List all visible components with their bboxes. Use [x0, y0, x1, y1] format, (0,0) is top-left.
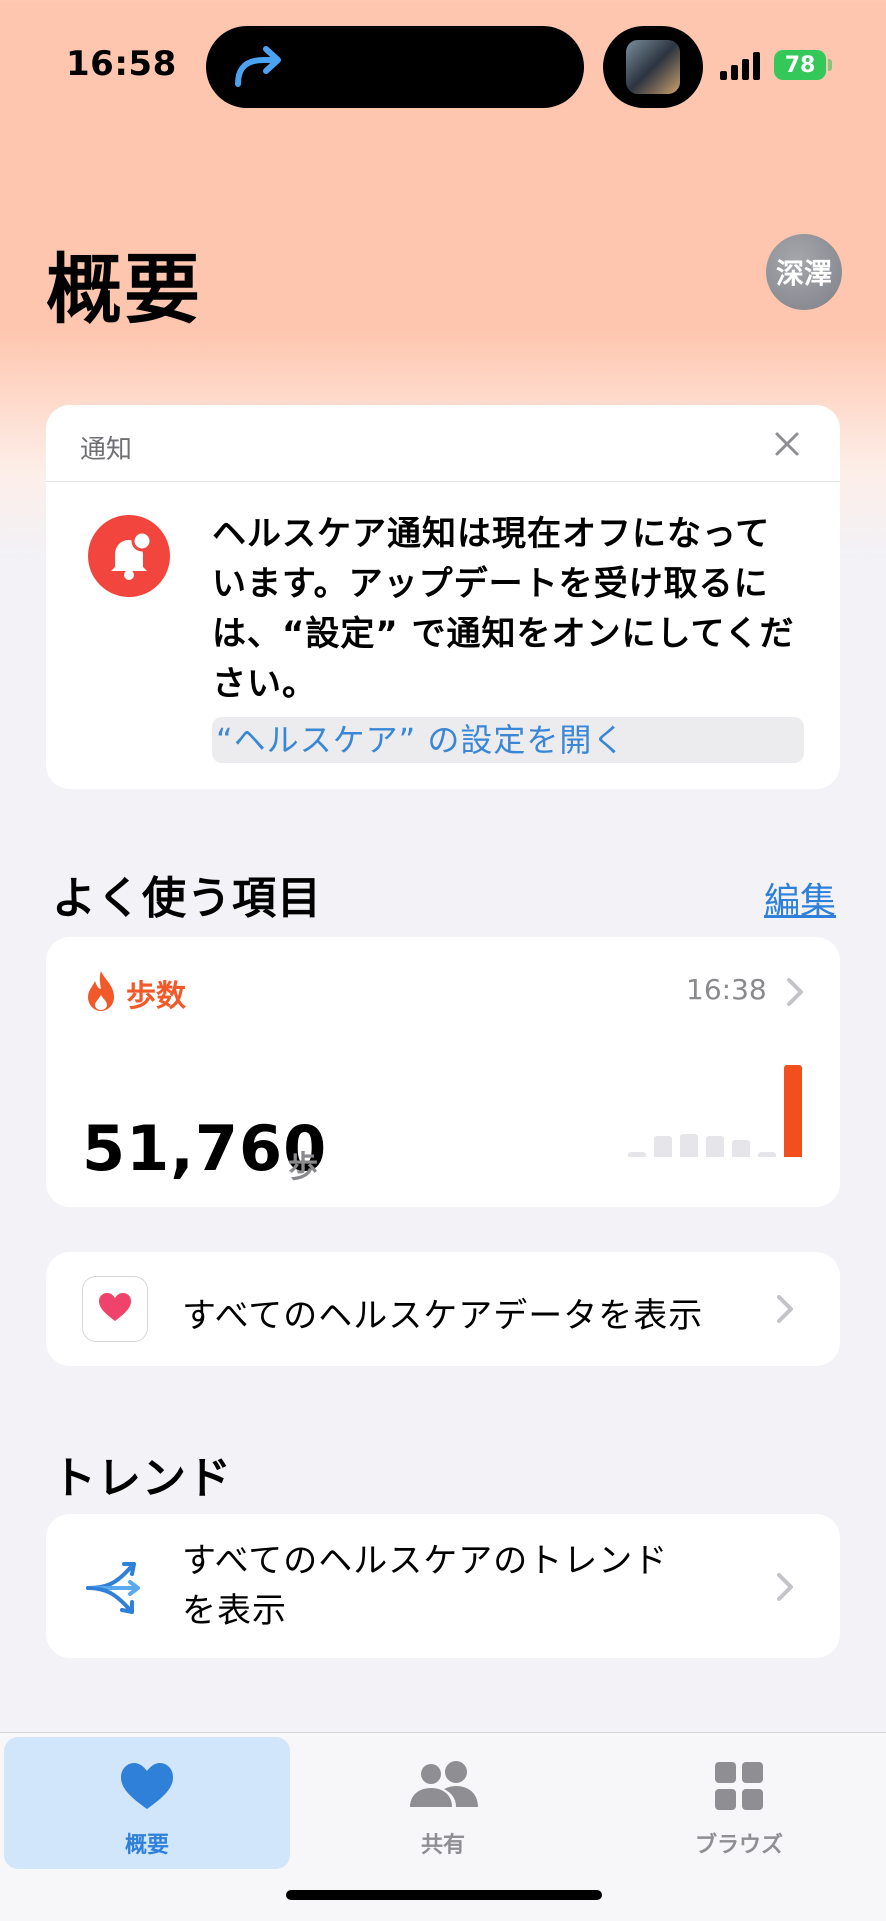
- people-icon: [410, 1761, 478, 1807]
- battery-tip: [828, 59, 832, 71]
- status-time: 16:58: [66, 44, 177, 84]
- grid-icon: [715, 1762, 763, 1810]
- steps-chart-bar: [758, 1152, 776, 1157]
- show-all-health-data-label: すべてのヘルスケアデータを表示: [182, 1296, 704, 1336]
- notification-card: 通知 ヘルスケア通知は現在オフになっています。アップデートを受け取るには、“設定…: [46, 405, 840, 789]
- show-all-health-data-row[interactable]: すべてのヘルスケアデータを表示: [46, 1252, 840, 1366]
- chevron-right-icon: [777, 1573, 793, 1601]
- steps-chart-bar: [680, 1134, 698, 1157]
- chevron-right-icon: [787, 978, 803, 1006]
- home-indicator: [286, 1890, 602, 1900]
- battery-level: 78: [784, 52, 816, 78]
- show-all-trends-label: すべてのヘルスケアのトレンド を表示: [182, 1536, 722, 1636]
- now-playing-artwork: [626, 40, 680, 94]
- profile-avatar[interactable]: 深澤: [766, 234, 842, 310]
- steps-mini-chart: [628, 1065, 824, 1157]
- page-title: 概要: [46, 245, 202, 334]
- steps-time: 16:38: [686, 973, 767, 1006]
- cellular-signal-icon: [720, 50, 764, 80]
- steps-chart-bar: [784, 1065, 802, 1157]
- tab-browse[interactable]: ブラウズ: [596, 1737, 882, 1869]
- chevron-right-icon: [777, 1295, 793, 1323]
- open-health-settings-link[interactable]: “ヘルスケア” の設定を開く: [212, 717, 804, 763]
- battery-icon: 78: [774, 50, 826, 80]
- steps-chart-bar: [732, 1140, 750, 1157]
- show-all-trends-label-line2: を表示: [182, 1591, 287, 1631]
- steps-chart-bar: [628, 1152, 646, 1157]
- show-all-trends-label-line1: すべてのヘルスケアのトレンド: [182, 1541, 669, 1581]
- steps-label: 歩数: [126, 979, 186, 1014]
- bell-badge-icon: [88, 515, 170, 597]
- heart-icon: [82, 1276, 148, 1342]
- tab-browse-label: ブラウズ: [694, 1833, 783, 1858]
- edit-favorites-link[interactable]: 編集: [764, 872, 836, 924]
- steps-chart-bar: [706, 1136, 724, 1157]
- flame-icon: [88, 971, 114, 1011]
- notification-header: 通知: [46, 405, 840, 482]
- trends-section-title: トレンド: [52, 1453, 232, 1504]
- tab-sharing-label: 共有: [420, 1833, 465, 1858]
- tab-summary-label: 概要: [124, 1833, 169, 1858]
- steps-chart-bar: [654, 1136, 672, 1157]
- tab-sharing[interactable]: 共有: [300, 1737, 586, 1869]
- steps-card[interactable]: 歩数 16:38 51,760 歩: [46, 937, 840, 1207]
- favorites-section-title: よく使う項目: [52, 873, 322, 924]
- tab-summary[interactable]: 概要: [4, 1737, 290, 1869]
- show-all-trends-row[interactable]: すべてのヘルスケアのトレンド を表示: [46, 1514, 840, 1658]
- trend-arrows-icon: [86, 1562, 140, 1614]
- forward-arrow-icon: [235, 46, 281, 87]
- heart-icon: [121, 1763, 173, 1809]
- close-icon[interactable]: [774, 431, 800, 457]
- steps-unit: 歩: [288, 1150, 318, 1185]
- notification-message: ヘルスケア通知は現在オフになっています。アップデートを受け取るには、“設定” で…: [212, 514, 795, 704]
- notification-header-label: 通知: [80, 435, 133, 465]
